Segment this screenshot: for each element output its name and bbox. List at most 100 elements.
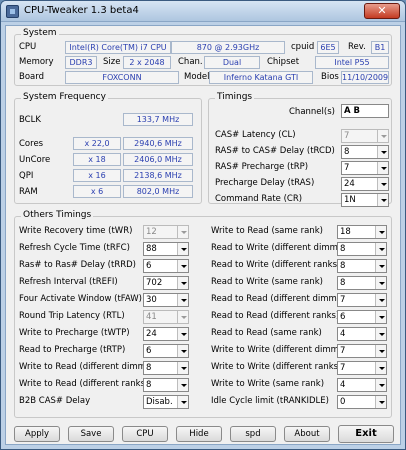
save-button[interactable]: Save bbox=[68, 426, 114, 442]
trcd-value: 8 bbox=[344, 147, 350, 157]
timing-select[interactable]: 8 bbox=[337, 259, 387, 273]
frequency-group: System Frequency BCLK 133,7 MHz Cores x … bbox=[14, 92, 202, 204]
timing-select[interactable]: 8 bbox=[337, 242, 387, 256]
timing-row: Read to Write (same rank) 8 bbox=[15, 276, 393, 290]
exit-button[interactable]: Exit bbox=[338, 425, 394, 443]
timing-select[interactable]: 7 bbox=[337, 293, 387, 307]
chevron-down-icon[interactable] bbox=[377, 130, 388, 142]
timing-select[interactable]: 8 bbox=[337, 276, 387, 290]
timing-select[interactable]: 7 bbox=[337, 361, 387, 375]
frequency-group-title: System Frequency bbox=[21, 92, 108, 102]
chevron-down-icon[interactable] bbox=[375, 311, 386, 323]
cas-latency-select[interactable]: 7 bbox=[341, 129, 389, 143]
chevron-down-icon[interactable] bbox=[375, 243, 386, 255]
tras-value: 24 bbox=[344, 179, 355, 189]
cas-latency-value: 7 bbox=[344, 131, 350, 141]
apply-button[interactable]: Apply bbox=[14, 426, 60, 442]
chevron-down-icon[interactable] bbox=[377, 194, 388, 206]
title-bar[interactable]: CPU-Tweaker 1.3 beta4 ✕ bbox=[1, 1, 405, 22]
channel-select[interactable]: A B bbox=[341, 104, 389, 118]
timing-label: CAS# Latency (CL) bbox=[215, 130, 296, 140]
chevron-down-icon[interactable] bbox=[375, 328, 386, 340]
tras-select[interactable]: 24 bbox=[341, 177, 389, 191]
timing-label: Read to Write (different dimms) bbox=[211, 243, 346, 253]
timing-label: Read to Read (different ranks) bbox=[211, 311, 340, 321]
cpu-speed-field: 870 @ 2.93GHz bbox=[171, 41, 285, 54]
bclk-field: 133,7 MHz bbox=[123, 113, 193, 126]
board-field: FOXCONN bbox=[65, 71, 179, 84]
hide-button[interactable]: Hide bbox=[176, 426, 222, 442]
timing-value: 18 bbox=[340, 227, 351, 237]
qpi-freq-field: 2138,6 MHz bbox=[123, 169, 193, 182]
timing-label: Read to Write (same rank) bbox=[211, 277, 323, 287]
timing-select[interactable]: 18 bbox=[337, 225, 387, 239]
trcd-select[interactable]: 8 bbox=[341, 145, 389, 159]
chevron-down-icon[interactable] bbox=[375, 294, 386, 306]
timing-value: 4 bbox=[340, 329, 346, 339]
timing-row: Write to Write (different dimms) 7 bbox=[15, 344, 393, 358]
bios-label: Bios bbox=[321, 72, 339, 82]
cores-freq-field: 2940,6 MHz bbox=[123, 137, 193, 150]
timing-select[interactable]: 4 bbox=[337, 378, 387, 392]
timing-row: Read to Write (different ranks) 8 bbox=[15, 259, 393, 273]
close-icon[interactable]: ✕ bbox=[377, 4, 386, 17]
timing-label: Write to Read (same rank) bbox=[211, 226, 323, 236]
timing-select[interactable]: 0 bbox=[337, 395, 387, 409]
timing-value: 8 bbox=[340, 244, 346, 254]
size-label: Size bbox=[103, 57, 121, 67]
memory-label: Memory bbox=[19, 57, 54, 67]
timing-label: RAS# Precharge (tRP) bbox=[215, 162, 309, 172]
others-timings-group-title: Others Timings bbox=[21, 210, 94, 220]
timing-row: Command Rate (CR) 1N bbox=[209, 193, 393, 207]
chevron-down-icon[interactable] bbox=[375, 379, 386, 391]
ram-mult-field: x 6 bbox=[73, 185, 121, 198]
timing-row: Write to Write (same rank) 4 bbox=[15, 378, 393, 392]
chan-field: Dual bbox=[204, 56, 260, 69]
cpu-button[interactable]: CPU bbox=[122, 426, 168, 442]
chevron-down-icon[interactable] bbox=[375, 345, 386, 357]
timing-row: Idle Cycle limit (tRANKIDLE) 0 bbox=[15, 395, 393, 409]
chevron-down-icon[interactable] bbox=[375, 226, 386, 238]
timing-row: Precharge Delay (tRAS) 24 bbox=[209, 177, 393, 191]
chevron-down-icon[interactable] bbox=[375, 396, 386, 408]
channel-value: A B bbox=[344, 106, 361, 116]
timing-row: Read to Write (different dimms) 8 bbox=[15, 242, 393, 256]
board-label: Board bbox=[19, 72, 44, 82]
timing-row: RAS# Precharge (tRP) 7 bbox=[209, 161, 393, 175]
close-button[interactable]: ✕ bbox=[364, 3, 400, 19]
chevron-down-icon[interactable] bbox=[377, 162, 388, 174]
timing-select[interactable]: 7 bbox=[337, 344, 387, 358]
model-label: Model bbox=[184, 72, 210, 82]
timing-label: Write to Write (same rank) bbox=[211, 379, 325, 389]
system-group: System CPU Intel(R) Core(TM) i7 CPU 870 … bbox=[14, 28, 392, 86]
qpi-label: QPI bbox=[19, 171, 34, 181]
spd-button[interactable]: spd bbox=[230, 426, 276, 442]
about-button[interactable]: About bbox=[284, 426, 330, 442]
command-rate-select[interactable]: 1N bbox=[341, 193, 389, 207]
chevron-down-icon[interactable] bbox=[375, 362, 386, 374]
chevron-down-icon[interactable] bbox=[375, 277, 386, 289]
chevron-down-icon[interactable] bbox=[377, 146, 388, 158]
timing-label: Write to Write (different ranks) bbox=[211, 362, 342, 372]
timing-select[interactable]: 4 bbox=[337, 327, 387, 341]
timing-select[interactable]: 6 bbox=[337, 310, 387, 324]
timing-label: Read to Read (same rank) bbox=[211, 328, 322, 338]
uncore-mult-field: x 18 bbox=[73, 153, 121, 166]
model-field: Inferno Katana GTI bbox=[209, 71, 313, 84]
timings-group: Timings Channel(s) A B CAS# Latency (CL)… bbox=[208, 92, 393, 207]
timing-row: Read to Read (different ranks) 6 bbox=[15, 310, 393, 324]
trp-value: 7 bbox=[344, 163, 350, 173]
client-area: System CPU Intel(R) Core(TM) i7 CPU 870 … bbox=[5, 25, 401, 445]
timing-row: Write to Read (same rank) 18 bbox=[15, 225, 393, 239]
timing-value: 7 bbox=[340, 363, 346, 373]
timing-label: Precharge Delay (tRAS) bbox=[215, 178, 315, 188]
timing-row: Read to Read (same rank) 4 bbox=[15, 327, 393, 341]
chevron-down-icon[interactable] bbox=[377, 178, 388, 190]
chevron-down-icon[interactable] bbox=[375, 260, 386, 272]
command-rate-value: 1N bbox=[344, 195, 356, 205]
app-icon bbox=[6, 5, 19, 18]
cpuid-label: cpuid bbox=[291, 42, 315, 52]
window-title: CPU-Tweaker 1.3 beta4 bbox=[24, 5, 139, 16]
timing-row: Read to Read (different dimms) 7 bbox=[15, 293, 393, 307]
trp-select[interactable]: 7 bbox=[341, 161, 389, 175]
